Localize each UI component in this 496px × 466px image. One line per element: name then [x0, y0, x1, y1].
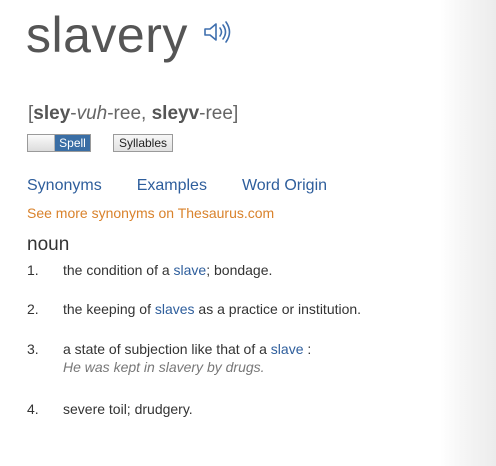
- syllables-button[interactable]: Syllables: [113, 134, 174, 152]
- definition-text: severe toil; drudgery.: [63, 401, 193, 417]
- entry-links: Synonyms Examples Word Origin: [27, 177, 327, 195]
- pron-unstressed: vuh: [76, 103, 108, 124]
- thesaurus-link[interactable]: See more synonyms on Thesaurus.com: [27, 205, 274, 221]
- definition-number: 3.: [27, 341, 39, 357]
- definition-item: 1. the condition of a slave; bondage.: [27, 261, 272, 279]
- slave-link[interactable]: slave: [271, 341, 304, 357]
- definition-item: 4. severe toil; drudgery.: [27, 400, 193, 418]
- spell-toggle[interactable]: Spell: [27, 134, 91, 152]
- pronunciation-controls: Spell Syllables: [27, 134, 174, 152]
- toggle-knob: [28, 135, 55, 151]
- definition-item: 2. the keeping of slaves as a practice or…: [27, 300, 361, 318]
- pron-close-bracket: ]: [232, 103, 239, 124]
- definition-number: 4.: [27, 401, 39, 417]
- definition-text: :: [303, 341, 312, 357]
- spell-label: Spell: [55, 135, 90, 151]
- pronunciation: [sley-vuh-ree, sleyv-ree]: [28, 102, 238, 126]
- definition-text: a state of subjection like that of a: [63, 341, 271, 357]
- definition-text: the condition of a: [63, 262, 174, 278]
- definition-text: ; bondage.: [206, 262, 273, 278]
- part-of-speech: noun: [27, 234, 70, 255]
- word-origin-link[interactable]: Word Origin: [242, 177, 327, 195]
- definition-number: 1.: [27, 262, 39, 278]
- definition-number: 2.: [27, 301, 39, 317]
- headword: slavery: [26, 7, 188, 63]
- pron-rest-1: -ree,: [107, 103, 152, 124]
- examples-link[interactable]: Examples: [137, 177, 207, 195]
- definition-text: as a practice or institution.: [194, 301, 362, 317]
- headword-row: slavery: [26, 4, 232, 66]
- speaker-icon[interactable]: [202, 20, 232, 44]
- definition-item: 3. a state of subjection like that of a s…: [27, 340, 311, 376]
- dictionary-entry: slavery [sley-vuh-ree, sleyv-ree] Spell …: [0, 0, 496, 466]
- pron-stress-2: sleyv: [151, 103, 200, 124]
- pron-rest-2: -ree: [199, 103, 233, 124]
- synonyms-link[interactable]: Synonyms: [27, 177, 102, 195]
- pron-stress-1: sley: [33, 103, 71, 124]
- usage-example: He was kept in slavery by drugs.: [63, 359, 265, 375]
- slaves-link[interactable]: slaves: [155, 301, 195, 317]
- slave-link[interactable]: slave: [174, 262, 207, 278]
- definition-text: the keeping of: [63, 301, 155, 317]
